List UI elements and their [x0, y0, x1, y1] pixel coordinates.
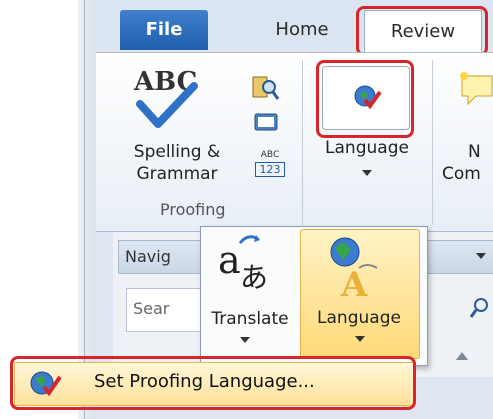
group-separator — [302, 60, 303, 225]
chevron-down-icon — [240, 337, 250, 343]
spelling-label: Spelling & — [133, 142, 221, 162]
word-count-123: 123 — [255, 162, 285, 177]
translate-glyph-jp: あ — [240, 261, 268, 294]
chevron-down-icon — [362, 170, 372, 176]
translate-glyph-a: a — [218, 238, 241, 282]
word-window-crop: File Home Review ABC Spelling & Grammar … — [0, 0, 493, 419]
search-icon[interactable] — [469, 296, 490, 320]
group-separator — [432, 60, 433, 225]
new-comment-label-bottom: Com — [442, 164, 481, 184]
comment-icon — [460, 72, 493, 106]
new-comment-label-top: N — [468, 142, 481, 162]
thesaurus-icon[interactable] — [252, 108, 280, 136]
menu-item-highlight — [10, 356, 416, 410]
new-comment-button[interactable]: N Com — [440, 70, 493, 200]
chevron-down-icon[interactable] — [476, 253, 486, 259]
tab-file[interactable]: File — [120, 10, 208, 50]
language-gallery-label: Language — [317, 308, 401, 328]
research-icon[interactable] — [250, 74, 280, 102]
language-button-highlight — [316, 60, 414, 138]
review-tab-highlight — [356, 6, 488, 56]
translate-icon: a あ — [218, 235, 268, 294]
language-globe-a-icon: A — [330, 237, 378, 304]
svg-text:A: A — [340, 265, 368, 304]
word-count-icon[interactable]: ABC 123 — [255, 150, 285, 186]
proofing-group-label: Proofing — [160, 200, 226, 219]
spelling-grammar-button[interactable]: ABC Spelling & Grammar — [118, 58, 248, 188]
abc-small-label: ABC — [260, 150, 280, 160]
language-gallery-button[interactable]: A Language — [300, 229, 420, 359]
language-button-label: Language — [325, 138, 409, 158]
translate-button[interactable]: a あ Translate — [202, 229, 298, 361]
translate-label: Translate — [211, 309, 289, 329]
spelling-check-icon: ABC — [133, 67, 198, 128]
tab-home[interactable]: Home — [262, 12, 342, 48]
chevron-down-icon — [355, 336, 365, 342]
grammar-label: Grammar — [136, 164, 218, 184]
scroll-up-arrow-icon[interactable] — [456, 352, 468, 360]
